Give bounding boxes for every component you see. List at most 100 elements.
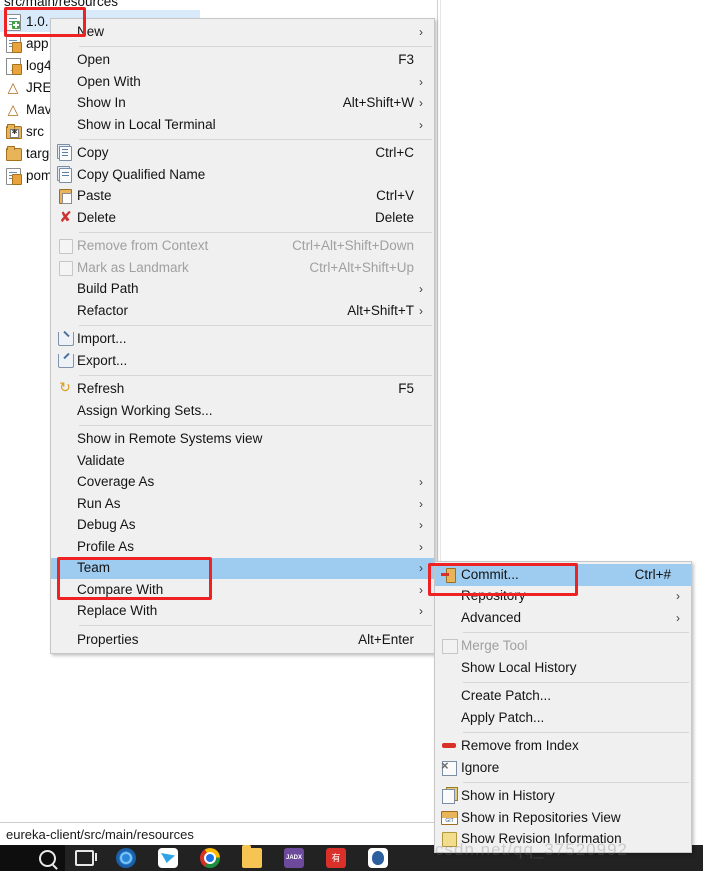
menu-item-label: Merge Tool: [461, 638, 528, 654]
yaml-file-icon: y: [4, 57, 22, 75]
menu-icon: [435, 708, 461, 728]
menu-item-debug-as[interactable]: Debug As ›: [51, 515, 434, 537]
menu-item-show-in[interactable]: Show In Alt+Shift+W ›: [51, 93, 434, 115]
menu-item-copy-qualified-name[interactable]: Copy Qualified Name: [51, 164, 434, 186]
menu-item-show-in-remote-systems-view[interactable]: Show in Remote Systems view: [51, 429, 434, 451]
menu-item-show-in-local-terminal[interactable]: Show in Local Terminal ›: [51, 114, 434, 136]
menu-icon: [435, 658, 461, 678]
task-view-icon[interactable]: [75, 850, 97, 866]
chrome-icon[interactable]: [200, 848, 220, 868]
menu-item-open[interactable]: Open F3: [51, 50, 434, 72]
tree-item-label: log4: [26, 57, 52, 73]
menu-item-accel: Ctrl+Alt+Shift+Down: [292, 238, 414, 254]
status-bar: eureka-client/src/main/resources: [0, 822, 437, 845]
menu-item-delete[interactable]: ✘ Delete Delete: [51, 207, 434, 229]
file-new-icon: [4, 13, 21, 31]
menu-item-accel: Ctrl+#: [634, 566, 671, 582]
menu-item-accel: Ctrl+Alt+Shift+Up: [309, 259, 414, 275]
menu-item-label: Show in Remote Systems view: [77, 431, 263, 447]
submenu-item-ignore[interactable]: Ignore: [435, 757, 691, 779]
start-button[interactable]: [0, 845, 30, 871]
submenu-item-show-in-history[interactable]: Show in History: [435, 786, 691, 808]
menu-item-run-as[interactable]: Run As ›: [51, 493, 434, 515]
menu-item-label: Show Local History: [461, 659, 577, 675]
submenu-item-remove-from-index[interactable]: Remove from Index: [435, 736, 691, 758]
menu-item-accel: Alt+Shift+T: [347, 302, 414, 318]
tree-item-resources[interactable]: src/main/resources: [0, 0, 200, 10]
qq-icon[interactable]: [368, 848, 388, 868]
menu-item-open-with[interactable]: Open With ›: [51, 71, 434, 93]
menu-icon: [51, 22, 77, 42]
menu-separator: [79, 231, 432, 233]
source-folder-icon: ✱: [4, 123, 22, 140]
menu-item-refactor[interactable]: Refactor Alt+Shift+T ›: [51, 300, 434, 322]
chevron-right-icon: ›: [676, 589, 680, 604]
menu-separator: [79, 324, 432, 326]
menu-item-label: Delete: [77, 209, 117, 225]
menu-item-assign-working-sets[interactable]: Assign Working Sets...: [51, 400, 434, 422]
menu-icon: [51, 429, 77, 449]
menu-item-label: Assign Working Sets...: [77, 402, 213, 418]
menu-separator: [79, 625, 432, 626]
library-icon: △: [7, 101, 19, 118]
menu-item-mark-as-landmark: Mark as Landmark Ctrl+Alt+Shift+Up: [51, 257, 434, 279]
menu-item-new[interactable]: New ›: [51, 21, 434, 43]
menu-item-properties[interactable]: Properties Alt+Enter: [51, 629, 434, 651]
youdao-icon[interactable]: 有: [326, 848, 346, 868]
tree-item-label: app: [26, 35, 49, 51]
jadx-icon[interactable]: JADX: [284, 848, 304, 868]
submenu-item-advanced[interactable]: Advanced ›: [435, 607, 691, 629]
menu-item-profile-as[interactable]: Profile As ›: [51, 536, 434, 558]
menu-item-coverage-as[interactable]: Coverage As ›: [51, 472, 434, 494]
submenu-item-repository[interactable]: Repository ›: [435, 586, 691, 608]
menu-item-label: Ignore: [461, 759, 500, 775]
media-player-icon[interactable]: [116, 848, 136, 868]
menu-item-label: Paste: [77, 188, 112, 204]
menu-item-label: Show Revision Information: [461, 831, 622, 847]
menu-item-refresh[interactable]: ↻ Refresh F5: [51, 379, 434, 401]
chevron-right-icon: ›: [419, 282, 423, 297]
menu-separator: [463, 681, 689, 683]
menu-item-import[interactable]: Import...: [51, 329, 434, 351]
menu-item-team[interactable]: Team ›: [51, 557, 434, 579]
submenu-item-show-in-repositories-view[interactable]: Show in Repositories View: [435, 807, 691, 829]
submenu-item-show-local-history[interactable]: Show Local History: [435, 657, 691, 679]
menu-item-build-path[interactable]: Build Path ›: [51, 279, 434, 301]
chevron-right-icon: ›: [419, 117, 423, 132]
menu-separator: [463, 781, 689, 783]
menu-item-validate[interactable]: Validate: [51, 450, 434, 472]
tree-item-label: src/main/resources: [4, 0, 119, 9]
remove-from-index-icon: [435, 736, 461, 756]
file-lock-icon: [4, 35, 22, 53]
chevron-right-icon: ›: [419, 496, 423, 511]
menu-item-label: Properties: [77, 631, 139, 647]
chevron-right-icon: ›: [419, 475, 423, 490]
menu-item-copy[interactable]: Copy Ctrl+C: [51, 143, 434, 165]
menu-item-paste[interactable]: Paste Ctrl+V: [51, 186, 434, 208]
team-submenu[interactable]: Commit... Ctrl+# Repository › Advanced ›…: [434, 561, 692, 853]
context-menu[interactable]: New › Open F3 Open With › Show In Alt+Sh…: [50, 18, 435, 654]
chevron-right-icon: ›: [419, 74, 423, 89]
folder-icon[interactable]: [242, 845, 262, 868]
menu-item-label: Show in Repositories View: [461, 809, 621, 825]
menu-item-export[interactable]: Export...: [51, 350, 434, 372]
chevron-right-icon: ›: [419, 24, 423, 39]
taskbar-search-button[interactable]: [30, 845, 65, 871]
menu-icon: [51, 279, 77, 299]
menu-item-compare-with[interactable]: Compare With ›: [51, 579, 434, 601]
wechat-icon[interactable]: [158, 848, 178, 868]
submenu-item-commit[interactable]: Commit... Ctrl+#: [435, 564, 691, 586]
menu-item-accel: F3: [398, 52, 414, 68]
menu-icon: [435, 586, 461, 606]
menu-icon: [51, 515, 77, 535]
submenu-item-show-revision-information[interactable]: Show Revision Information: [435, 829, 691, 851]
submenu-item-create-patch[interactable]: Create Patch...: [435, 686, 691, 708]
menu-item-label: Build Path: [77, 281, 139, 297]
merge-tool-icon: [435, 636, 461, 656]
copy-qualified-icon: [51, 165, 77, 185]
menu-separator: [463, 631, 689, 633]
submenu-item-apply-patch[interactable]: Apply Patch...: [435, 707, 691, 729]
menu-item-replace-with[interactable]: Replace With ›: [51, 601, 434, 623]
menu-item-label: Import...: [77, 331, 127, 347]
menu-separator: [463, 731, 689, 733]
